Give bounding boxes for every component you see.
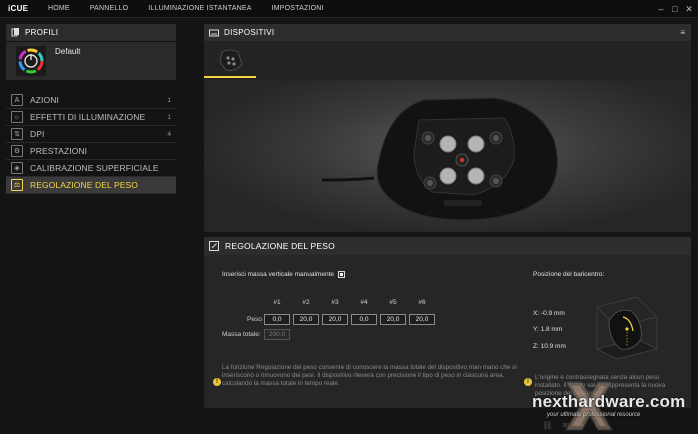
manual-mass-option[interactable]: Inserisci massa verticale manualmente — [222, 271, 345, 278]
performance-icon: ⚙ — [11, 145, 23, 157]
weight-input-4[interactable]: 0,0 — [351, 314, 377, 325]
menu-item-label: EFFETTI DI ILLUMINAZIONE — [30, 112, 146, 122]
total-mass-field: 200,0 — [264, 329, 290, 340]
menu-item-prestazioni[interactable]: ⚙ PRESTAZIONI — [6, 143, 176, 160]
weight-input-2[interactable]: 20,0 — [293, 314, 319, 325]
watermark: nexthardware.com your ultimate professio… — [510, 378, 698, 434]
lighting-icon: ☼ — [11, 111, 23, 123]
title-bar: iCUE HOME PANNELLO ILLUMINAZIONE ISTANTA… — [0, 0, 698, 18]
actions-icon: A — [11, 94, 23, 106]
weight-info-text: La funzione Regolazione del peso consent… — [222, 364, 517, 387]
weight-column-2: #2 — [302, 299, 310, 306]
weight-title: REGOLAZIONE DEL PESO — [225, 241, 335, 251]
device-menu: A AZIONI 1 ☼ EFFETTI DI ILLUMINAZIONE 1 … — [6, 92, 176, 194]
manual-mass-checkbox[interactable] — [338, 271, 345, 278]
menu-item-count: 1 — [167, 113, 171, 121]
weight-input-5[interactable]: 20,0 — [380, 314, 406, 325]
left-panel: PROFILI + ≡ Default A AZIONI 1 ☼ E — [6, 24, 176, 400]
weight-input-3[interactable]: 20,0 — [322, 314, 348, 325]
profiles-title: PROFILI — [25, 28, 59, 37]
close-icon[interactable]: ✕ — [683, 3, 695, 15]
weight-row-label: Peso — [247, 316, 262, 323]
menu-item-label: REGOLAZIONE DEL PESO — [30, 180, 138, 190]
nav-illuminazione-istantanea[interactable]: ILLUMINAZIONE ISTANTANEA — [148, 5, 251, 12]
profiles-icon — [11, 28, 19, 37]
menu-item-label: PRESTAZIONI — [30, 146, 88, 156]
device-preview — [204, 80, 691, 232]
device-tab-mouse[interactable] — [204, 42, 256, 78]
keyboard-icon — [209, 29, 219, 36]
menu-item-label: AZIONI — [30, 95, 59, 105]
weight-icon: ⚖ — [11, 179, 23, 191]
profile-card-default[interactable]: Default — [6, 42, 176, 80]
menu-item-regolazione-peso[interactable]: ⚖ REGOLAZIONE DEL PESO — [6, 177, 176, 194]
weight-column-1: #1 — [273, 299, 281, 306]
menu-item-dpi[interactable]: ⇅ DPI 4 — [6, 126, 176, 143]
menu-item-calibrazione-superficiale[interactable]: ◈ CALIBRAZIONE SUPERFICIALE — [6, 160, 176, 177]
maximize-icon[interactable]: □ — [669, 3, 681, 15]
profile-icon — [16, 46, 46, 76]
menu-item-count: 4 — [167, 130, 171, 138]
weight-header: REGOLAZIONE DEL PESO — [204, 237, 691, 255]
dpi-icon: ⇅ — [11, 128, 23, 140]
profiles-header: PROFILI + ≡ — [6, 24, 176, 62]
profile-name: Default — [55, 47, 81, 56]
app-logo: iCUE — [8, 4, 29, 13]
watermark-tagline: your ultimate professional resource — [547, 412, 641, 418]
minimize-icon[interactable]: – — [655, 3, 667, 15]
devices-panel: DISPOSITIVI ≡ — [204, 24, 691, 232]
watermark-brand: nexthardware.com — [532, 392, 686, 411]
devices-title: DISPOSITIVI — [224, 28, 275, 37]
weight-column-6: #6 — [418, 299, 426, 306]
menu-item-azioni[interactable]: A AZIONI 1 — [6, 92, 176, 109]
manual-mass-label: Inserisci massa verticale manualmente — [222, 271, 334, 278]
barycenter-title: Posizione del baricentro: — [533, 271, 605, 278]
calibration-icon: ◈ — [11, 162, 23, 174]
edit-icon — [209, 241, 219, 251]
weight-column-3: #3 — [331, 299, 339, 306]
devices-menu-icon[interactable]: ≡ — [680, 28, 685, 37]
nav-pannello[interactable]: PANNELLO — [90, 5, 128, 12]
barycenter-3d-view — [595, 296, 659, 360]
menu-item-label: DPI — [30, 129, 45, 139]
weight-column-5: #5 — [389, 299, 397, 306]
info-icon: ! — [213, 378, 221, 386]
mouse-thumbnail-icon — [219, 49, 243, 71]
weight-column-4: #4 — [360, 299, 368, 306]
menu-item-effetti-illuminazione[interactable]: ☼ EFFETTI DI ILLUMINAZIONE 1 — [6, 109, 176, 126]
weight-input-1[interactable]: 0,0 — [264, 314, 290, 325]
menu-item-label: CALIBRAZIONE SUPERFICIALE — [30, 163, 159, 173]
total-mass-label: Massa totale: — [222, 331, 261, 338]
devices-header: DISPOSITIVI ≡ — [204, 24, 691, 41]
nav-impostazioni[interactable]: IMPOSTAZIONI — [272, 5, 324, 12]
mouse-underside-image — [321, 97, 558, 221]
weight-input-6[interactable]: 20,0 — [409, 314, 435, 325]
nav-home[interactable]: HOME — [48, 5, 70, 12]
menu-item-count: 1 — [167, 96, 171, 104]
